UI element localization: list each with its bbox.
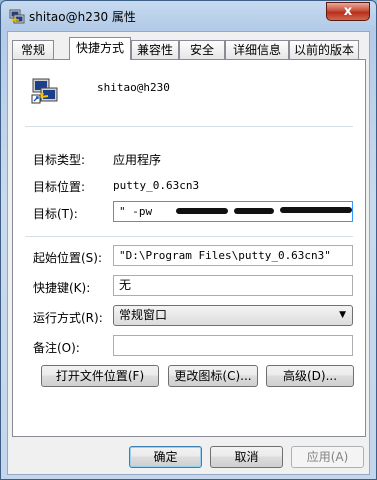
title-bar[interactable]: shitao@h230 属性 x: [1, 1, 376, 31]
tab-general[interactable]: 常规: [12, 40, 54, 59]
target-field[interactable]: " -pw: [113, 201, 353, 222]
redaction-mark: [234, 208, 274, 214]
window-title: shitao@h230 属性: [29, 10, 136, 24]
target-type-value: 应用程序: [113, 153, 162, 167]
ok-button[interactable]: 确定: [129, 446, 202, 468]
target-location-label: 目标位置:: [33, 180, 86, 194]
dropdown-arrow-icon: ▼: [339, 310, 346, 320]
open-file-location-button[interactable]: 打开文件位置(F): [41, 365, 159, 387]
target-label: 目标(T):: [33, 207, 78, 221]
cancel-button[interactable]: 取消: [210, 446, 283, 468]
tab-details[interactable]: 详细信息: [225, 40, 289, 59]
close-button[interactable]: x: [326, 2, 370, 21]
divider: [25, 126, 353, 127]
tab-strip: 常规 快捷方式 兼容性 安全 详细信息 以前的版本: [12, 37, 367, 60]
tab-previous-versions[interactable]: 以前的版本: [289, 40, 359, 59]
tab-security[interactable]: 安全: [179, 40, 225, 59]
putty-icon: [9, 9, 25, 24]
shortcut-name: shitao@h230: [97, 81, 170, 94]
properties-dialog: shitao@h230 属性 x 常规 快捷方式 兼容性 安全 详细信息 以前的…: [0, 0, 377, 480]
divider: [25, 236, 353, 237]
run-select[interactable]: 常规窗口 ▼: [113, 305, 353, 326]
tab-compatibility[interactable]: 兼容性: [131, 40, 179, 59]
shortcut-app-icon: [31, 78, 58, 104]
change-icon-button[interactable]: 更改图标(C)...: [168, 365, 258, 387]
target-type-label: 目标类型:: [33, 153, 86, 167]
start-in-field[interactable]: "D:\Program Files\putty_0.63cn3": [113, 245, 353, 266]
target-field-text: " -pw: [119, 205, 153, 218]
comment-field[interactable]: [113, 335, 353, 356]
shortcut-panel: shitao@h230 目标类型: 应用程序 目标位置: putty_0.63c…: [12, 59, 366, 437]
hotkey-label: 快捷键(K):: [33, 281, 91, 295]
run-select-value: 常规窗口: [119, 308, 168, 322]
comment-label: 备注(O):: [33, 341, 80, 355]
redaction-mark: [280, 207, 352, 213]
redaction-mark: [176, 208, 228, 214]
hotkey-field[interactable]: 无: [113, 275, 353, 296]
apply-button[interactable]: 应用(A): [291, 446, 364, 468]
dialog-body: 常规 快捷方式 兼容性 安全 详细信息 以前的版本 shitao@h230 目标…: [7, 31, 370, 475]
advanced-button[interactable]: 高级(D)...: [266, 365, 354, 387]
tab-shortcut[interactable]: 快捷方式: [69, 37, 131, 60]
run-label: 运行方式(R):: [33, 311, 103, 325]
start-in-label: 起始位置(S):: [33, 251, 103, 265]
target-location-value: putty_0.63cn3: [113, 179, 200, 192]
